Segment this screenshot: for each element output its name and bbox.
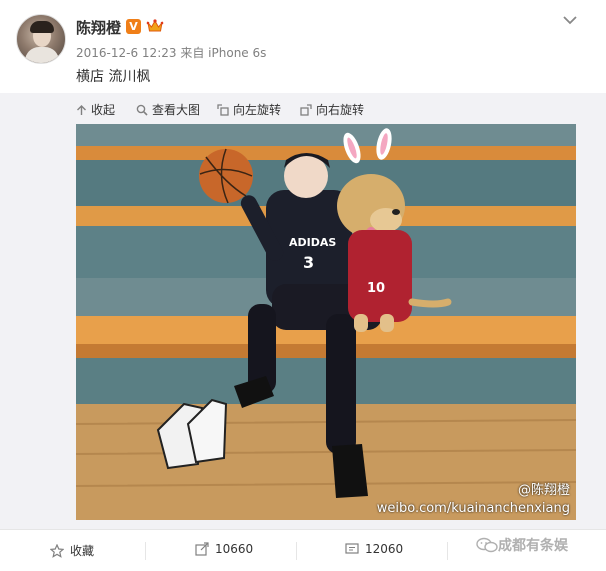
collapse-label: 收起: [91, 103, 116, 117]
post-action-bar: 收藏 10660 12060 成都有条娱: [0, 529, 606, 571]
repost-button[interactable]: 10660: [195, 542, 253, 556]
favorite-button[interactable]: 收藏: [50, 542, 94, 559]
star-icon: [50, 543, 64, 558]
source-prefix: 来自: [180, 46, 205, 60]
rotate-right-button[interactable]: 向右旋转: [300, 101, 364, 118]
media-expanded-panel: 收起 查看大图 向左旋转 向右旋转 ADIDAS 3 10 @陈翔橙 weibo…: [0, 93, 606, 529]
source-device[interactable]: iPhone 6s: [208, 46, 266, 60]
action-divider: [296, 542, 297, 560]
view-large-button[interactable]: 查看大图: [136, 101, 200, 118]
watermark-url: weibo.com/kuainanchenxiang: [376, 501, 570, 516]
rotate-right-label: 向右旋转: [316, 103, 365, 117]
action-divider: [145, 542, 146, 560]
username[interactable]: 陈翔橙: [76, 17, 121, 38]
rotate-left-button[interactable]: 向左旋转: [217, 101, 281, 118]
photo-scene: ADIDAS 3 10: [76, 124, 576, 520]
favorite-label: 收藏: [70, 544, 95, 558]
vip-crown-icon: [146, 19, 164, 32]
dog-jersey-number-text: 10: [367, 281, 385, 296]
comment-icon: [345, 543, 359, 554]
rotate-right-icon: [300, 103, 312, 116]
watermark-user: @陈翔橙: [517, 483, 570, 498]
post-header: 陈翔橙 V 2016-12-6 12:23 来自 iPhone 6s 横店 流川…: [0, 0, 606, 93]
wechat-icon: [476, 537, 498, 553]
avatar[interactable]: [16, 14, 66, 64]
like-button[interactable]: 成都有条娱: [476, 535, 568, 555]
view-large-label: 查看大图: [152, 103, 201, 117]
rotate-left-icon: [217, 103, 229, 116]
collapse-button[interactable]: 收起: [76, 101, 115, 118]
comment-count: 12060: [365, 542, 404, 556]
chevron-down-icon[interactable]: [562, 14, 578, 26]
timestamp[interactable]: 2016-12-6 12:23: [76, 46, 177, 60]
post-meta: 2016-12-6 12:23 来自 iPhone 6s: [76, 44, 266, 61]
comment-button[interactable]: 12060: [345, 542, 403, 556]
repost-icon: [195, 542, 209, 556]
search-icon: [136, 104, 148, 116]
rotate-left-label: 向左旋转: [233, 103, 282, 117]
repost-count: 10660: [215, 542, 254, 556]
post-text: 横店 流川枫: [76, 69, 151, 85]
collapse-icon: [77, 104, 86, 115]
jersey-number-text: 3: [303, 253, 314, 272]
verified-badge-icon: V: [126, 19, 141, 34]
jersey-brand-text: ADIDAS: [289, 236, 336, 249]
post-photo[interactable]: ADIDAS 3 10 @陈翔橙 weibo.com/kuainanchenxi…: [76, 124, 576, 520]
like-label: 成都有条娱: [498, 538, 568, 554]
action-divider: [447, 542, 448, 560]
